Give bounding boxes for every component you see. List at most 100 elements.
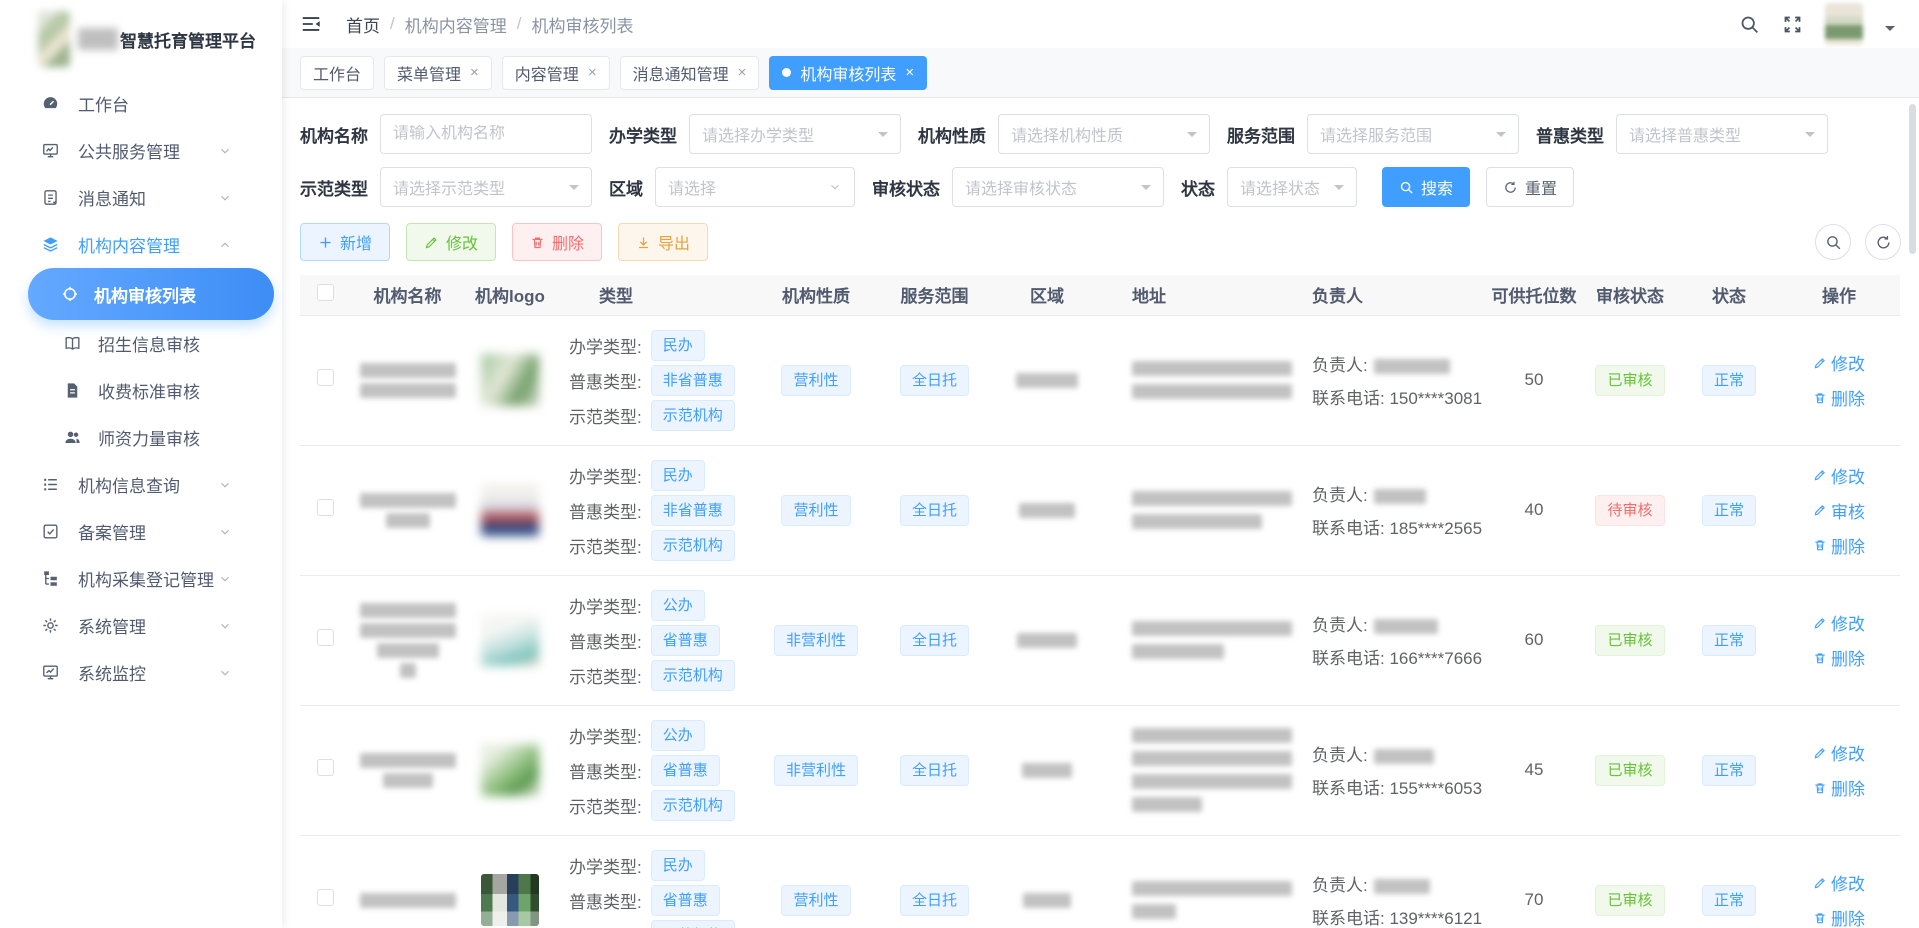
select-caret-icon <box>1805 132 1815 142</box>
delete-link[interactable]: 删除 <box>1813 905 1865 928</box>
pencil-icon <box>1813 616 1827 630</box>
search-icon[interactable] <box>1739 14 1760 35</box>
sidebar-item-record-management[interactable]: 备案管理 <box>0 508 282 555</box>
close-icon[interactable]: × <box>470 65 479 80</box>
scrollbar-thumb[interactable] <box>1909 104 1916 254</box>
fullscreen-icon[interactable] <box>1782 14 1803 35</box>
select-caret-icon <box>1187 132 1197 142</box>
pencil-icon <box>1813 468 1827 482</box>
tab-workbench[interactable]: 工作台 <box>300 56 374 90</box>
col-status: 状态 <box>1680 275 1778 315</box>
sidebar-item-workbench[interactable]: 工作台 <box>0 80 282 127</box>
user-avatar[interactable] <box>1825 3 1863 45</box>
address-redacted <box>1132 491 1268 529</box>
col-service-scope: 服务范围 <box>877 275 992 315</box>
manager-cell: 负责人:联系电话: 139****6121 <box>1312 871 1484 928</box>
org-name-redacted <box>354 363 461 398</box>
reset-button[interactable]: 重置 <box>1486 167 1574 207</box>
chevron-down-icon <box>218 619 232 633</box>
edit-link[interactable]: 修改 <box>1813 610 1865 635</box>
table-row: 办学类型:公办普惠类型:省普惠示范类型:示范机构 非营利性 全日托 负责人:联系… <box>300 575 1900 705</box>
tab-content-management[interactable]: 内容管理× <box>502 56 610 90</box>
avatar-caret-down-icon[interactable] <box>1885 26 1895 36</box>
app-window: 智慧托育管理平台 工作台 公共服务管理 消息通知 机构内容管理 <box>0 0 1919 928</box>
filter-org-name: 机构名称 <box>300 114 592 154</box>
type-tag: 非省普惠 <box>651 365 735 396</box>
audit-status-select[interactable]: 请选择审核状态 <box>952 167 1164 207</box>
edit-link[interactable]: 修改 <box>1813 870 1865 895</box>
table-row: 办学类型:公办普惠类型:省普惠示范类型:示范机构 非营利性 全日托 负责人:联系… <box>300 705 1900 835</box>
toggle-search-icon[interactable] <box>1815 224 1851 260</box>
row-checkbox[interactable] <box>317 369 334 386</box>
list-icon <box>40 475 60 495</box>
type-label: 办学类型: <box>569 853 642 878</box>
type-cell: 办学类型:公办普惠类型:省普惠示范类型:示范机构 <box>559 720 751 821</box>
status-select[interactable]: 请选择状态 <box>1227 167 1357 207</box>
select-caret-icon <box>1334 185 1344 195</box>
inclusive-type-select[interactable]: 请选择普惠类型 <box>1616 114 1828 154</box>
tab-org-audit-list[interactable]: 机构审核列表× <box>769 56 927 90</box>
sidebar-item-system-management[interactable]: 系统管理 <box>0 602 282 649</box>
breadcrumb-home[interactable]: 首页 <box>346 12 380 37</box>
sidebar-item-message-notice[interactable]: 消息通知 <box>0 174 282 221</box>
sidebar-collapse-icon[interactable] <box>300 13 322 35</box>
region-cascader[interactable]: 请选择 <box>655 167 855 207</box>
org-nature-select[interactable]: 请选择机构性质 <box>998 114 1210 154</box>
delete-link[interactable]: 删除 <box>1813 385 1865 410</box>
row-actions: 修改删除 <box>1782 870 1896 928</box>
edit-link[interactable]: 修改 <box>1813 463 1865 488</box>
org-name-input[interactable] <box>393 125 579 143</box>
type-label: 普惠类型: <box>569 758 642 783</box>
close-icon[interactable]: × <box>588 65 597 80</box>
select-all-checkbox[interactable] <box>317 284 334 301</box>
sidebar-item-public-service[interactable]: 公共服务管理 <box>0 127 282 174</box>
audit-link[interactable]: 审核 <box>1813 498 1865 523</box>
tab-menu-management[interactable]: 菜单管理× <box>384 56 492 90</box>
capacity-value: 40 <box>1488 445 1580 575</box>
type-cell: 办学类型:民办普惠类型:省普惠示范类型:示范机构 <box>559 850 751 928</box>
status-tag: 正常 <box>1702 495 1756 526</box>
org-logo-image <box>481 614 539 666</box>
delete-link[interactable]: 删除 <box>1813 533 1865 558</box>
sidebar-item-org-collection-registry[interactable]: 机构采集登记管理 <box>0 555 282 602</box>
region-value <box>996 633 1098 648</box>
demo-type-select[interactable]: 请选择示范类型 <box>380 167 592 207</box>
delete-link[interactable]: 删除 <box>1813 775 1865 800</box>
edit-link[interactable]: 修改 <box>1813 740 1865 765</box>
row-checkbox[interactable] <box>317 759 334 776</box>
add-button[interactable]: 新增 <box>300 223 390 261</box>
service-scope-select[interactable]: 请选择服务范围 <box>1307 114 1519 154</box>
region-value <box>996 373 1098 388</box>
type-label: 办学类型: <box>569 463 642 488</box>
table-row: 办学类型:民办普惠类型:非省普惠示范类型:示范机构 营利性 全日托 负责人:联系… <box>300 445 1900 575</box>
sidebar-item-org-content[interactable]: 机构内容管理 <box>0 221 282 268</box>
breadcrumb-separator: / <box>390 14 395 34</box>
delete-button[interactable]: 删除 <box>512 223 602 261</box>
sidebar-item-system-monitor[interactable]: 系统监控 <box>0 649 282 696</box>
sidebar-item-org-info-query[interactable]: 机构信息查询 <box>0 461 282 508</box>
edit-link[interactable]: 修改 <box>1813 350 1865 375</box>
sidebar-item-enrollment-audit[interactable]: 招生信息审核 <box>0 320 282 367</box>
row-checkbox[interactable] <box>317 499 334 516</box>
select-caret-icon <box>569 185 579 195</box>
export-button[interactable]: 导出 <box>618 223 708 261</box>
sidebar-item-org-audit-list[interactable]: 机构审核列表 <box>28 268 274 320</box>
close-icon[interactable]: × <box>738 65 747 80</box>
sidebar-item-teacher-audit[interactable]: 师资力量审核 <box>0 414 282 461</box>
search-button[interactable]: 搜索 <box>1382 167 1470 207</box>
close-icon[interactable]: × <box>905 65 914 80</box>
row-checkbox[interactable] <box>317 889 334 906</box>
edit-button[interactable]: 修改 <box>406 223 496 261</box>
tree-list-icon <box>40 569 60 589</box>
row-checkbox[interactable] <box>317 629 334 646</box>
school-type-select[interactable]: 请选择办学类型 <box>689 114 901 154</box>
col-capacity: 可供托位数 <box>1488 275 1580 315</box>
org-logo-image <box>481 874 539 926</box>
sidebar-item-fee-standard-audit[interactable]: 收费标准审核 <box>0 367 282 414</box>
delete-link[interactable]: 删除 <box>1813 645 1865 670</box>
breadcrumb-item[interactable]: 机构内容管理 <box>405 12 507 37</box>
tab-message-notice-management[interactable]: 消息通知管理× <box>620 56 760 90</box>
type-tag: 公办 <box>651 590 705 621</box>
manager-cell: 负责人:联系电话: 166****7666 <box>1312 611 1484 669</box>
refresh-icon[interactable] <box>1865 224 1901 260</box>
